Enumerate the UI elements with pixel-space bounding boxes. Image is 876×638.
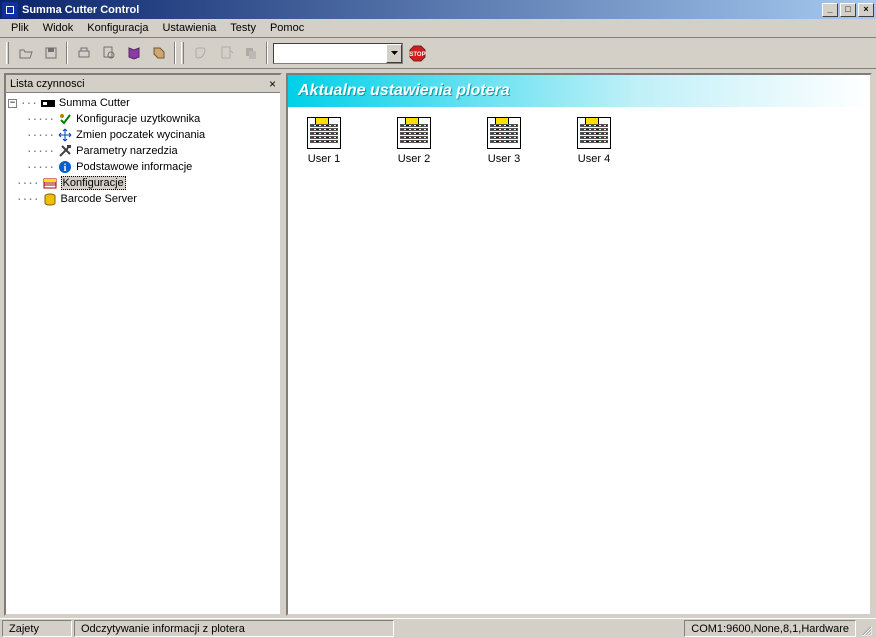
svg-text:STOP: STOP bbox=[409, 52, 425, 58]
menu-ustawienia[interactable]: Ustawienia bbox=[155, 20, 223, 36]
move-arrows-icon bbox=[57, 128, 73, 142]
folder-sheet-icon bbox=[42, 176, 58, 190]
stop-button[interactable]: STOP bbox=[406, 42, 429, 64]
titlebar: Summa Cutter Control _ □ × bbox=[0, 0, 876, 19]
user-config-icon bbox=[577, 117, 611, 149]
menu-konfiguracja[interactable]: Konfiguracja bbox=[80, 20, 155, 36]
toolbar-combo[interactable] bbox=[273, 43, 403, 64]
menu-pomoc[interactable]: Pomoc bbox=[263, 20, 311, 36]
tree-panel: Lista czynnosci × − ··· Summa Cutter ···… bbox=[4, 73, 282, 616]
tree-item[interactable]: ····· Konfiguracje uzytkownika bbox=[8, 111, 278, 127]
status-left: Zajety bbox=[2, 620, 72, 637]
user-item[interactable]: User 3 bbox=[474, 117, 534, 165]
tree-item[interactable]: ····· Parametry narzedzia bbox=[8, 143, 278, 159]
preview-button[interactable] bbox=[97, 42, 120, 64]
tree-item-label: Podstawowe informacje bbox=[76, 161, 192, 173]
tree-header-label: Lista czynnosci bbox=[10, 78, 85, 90]
save-button[interactable] bbox=[39, 42, 62, 64]
phone-button[interactable] bbox=[189, 42, 212, 64]
content-body: User 1 User 2 User 3 User 4 bbox=[288, 107, 870, 614]
copy-button[interactable] bbox=[239, 42, 262, 64]
toolbar-separator bbox=[66, 42, 68, 64]
chevron-down-icon bbox=[386, 44, 402, 63]
hammer-wrench-icon bbox=[57, 144, 73, 158]
user-label: User 4 bbox=[578, 153, 610, 165]
tree-item[interactable]: ····· Zmien poczatek wycinania bbox=[8, 127, 278, 143]
app-icon bbox=[2, 2, 18, 18]
print-button[interactable] bbox=[72, 42, 95, 64]
info-icon: i bbox=[57, 160, 73, 174]
tree-root-label: Summa Cutter bbox=[59, 97, 130, 109]
menu-plik[interactable]: Plik bbox=[4, 20, 36, 36]
window-title: Summa Cutter Control bbox=[22, 4, 820, 16]
menu-widok[interactable]: Widok bbox=[36, 20, 81, 36]
user-config-icon bbox=[307, 117, 341, 149]
tree-item-label: Barcode Server bbox=[61, 193, 137, 205]
menu-testy[interactable]: Testy bbox=[223, 20, 263, 36]
menubar: Plik Widok Konfiguracja Ustawienia Testy… bbox=[0, 19, 876, 38]
tree-item[interactable]: ····· i Podstawowe informacje bbox=[8, 159, 278, 175]
close-button[interactable]: × bbox=[858, 3, 874, 17]
tree-item-label: Konfiguracje uzytkownika bbox=[76, 113, 200, 125]
toolbar: STOP bbox=[0, 38, 876, 69]
user-label: User 2 bbox=[398, 153, 430, 165]
tag-button[interactable] bbox=[147, 42, 170, 64]
tree-item-konfiguracje[interactable]: ···· Konfiguracje bbox=[8, 175, 278, 191]
toolbar-separator bbox=[266, 42, 268, 64]
open-button[interactable] bbox=[14, 42, 37, 64]
barrel-icon bbox=[42, 192, 58, 206]
tree-header: Lista czynnosci × bbox=[6, 75, 280, 93]
tree-item-label: Zmien poczatek wycinania bbox=[76, 129, 205, 141]
tree-item-barcode[interactable]: ···· Barcode Server bbox=[8, 191, 278, 207]
statusbar: Zajety Odczytywanie informacji z plotera… bbox=[0, 618, 876, 638]
minimize-button[interactable]: _ bbox=[822, 3, 838, 17]
status-right: COM1:9600,None,8,1,Hardware bbox=[684, 620, 856, 637]
device-icon bbox=[40, 96, 56, 110]
toolbar-separator bbox=[174, 42, 176, 64]
new-doc-button[interactable] bbox=[214, 42, 237, 64]
toolbar-grip bbox=[6, 42, 9, 64]
user-label: User 3 bbox=[488, 153, 520, 165]
user-config-icon bbox=[487, 117, 521, 149]
tree-item-label: Konfiguracje bbox=[61, 176, 126, 190]
book-button[interactable] bbox=[122, 42, 145, 64]
wrench-check-icon bbox=[57, 112, 73, 126]
status-middle: Odczytywanie informacji z plotera bbox=[74, 620, 394, 637]
resize-grip[interactable] bbox=[858, 620, 874, 637]
user-item[interactable]: User 2 bbox=[384, 117, 444, 165]
status-spacer bbox=[396, 620, 682, 637]
tree-item-label: Parametry narzedzia bbox=[76, 145, 178, 157]
maximize-button[interactable]: □ bbox=[840, 3, 856, 17]
toolbar-grip bbox=[181, 42, 184, 64]
tree-close-button[interactable]: × bbox=[269, 77, 276, 91]
content-header: Aktualne ustawienia plotera bbox=[288, 75, 870, 107]
user-item[interactable]: User 4 bbox=[564, 117, 624, 165]
svg-text:i: i bbox=[64, 163, 67, 174]
content-panel: Aktualne ustawienia plotera User 1 User … bbox=[286, 73, 872, 616]
collapse-icon[interactable]: − bbox=[8, 99, 17, 108]
user-item[interactable]: User 1 bbox=[294, 117, 354, 165]
main-area: Lista czynnosci × − ··· Summa Cutter ···… bbox=[0, 69, 876, 618]
tree-body: − ··· Summa Cutter ····· Konfiguracje uz… bbox=[6, 93, 280, 614]
tree-root[interactable]: − ··· Summa Cutter bbox=[8, 95, 278, 111]
user-config-icon bbox=[397, 117, 431, 149]
user-label: User 1 bbox=[308, 153, 340, 165]
